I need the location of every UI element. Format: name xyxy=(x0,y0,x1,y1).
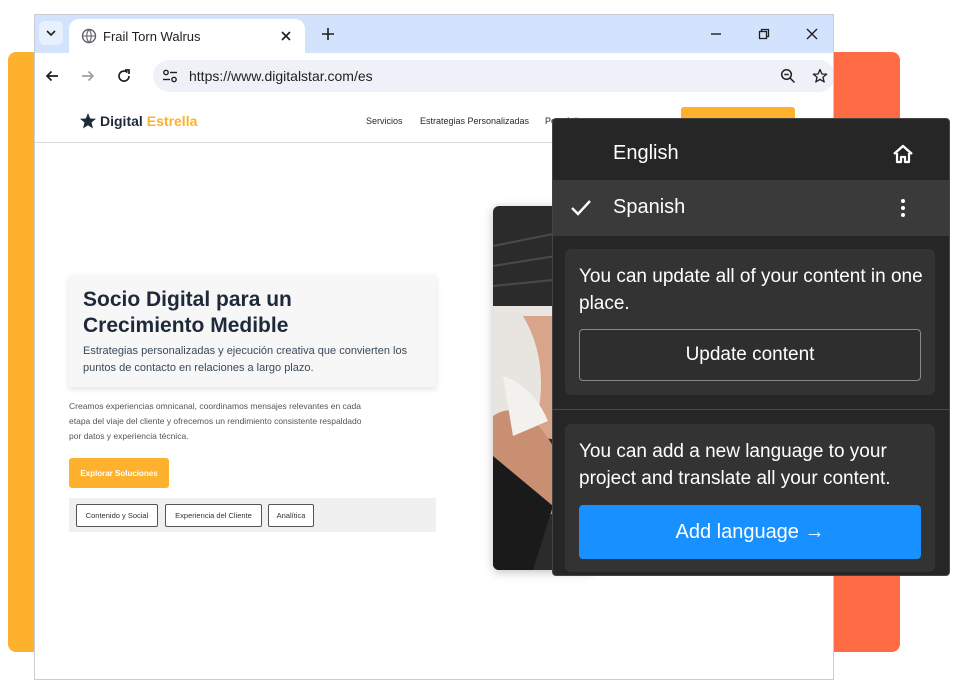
chip-customer-experience[interactable]: Experiencia del Cliente xyxy=(165,504,262,527)
back-button[interactable] xyxy=(41,65,63,87)
chip-content-social[interactable]: Contenido y Social xyxy=(76,504,158,527)
language-option-english[interactable]: English xyxy=(553,126,949,182)
logo-text-primary: Digital xyxy=(100,113,143,129)
close-window-button[interactable] xyxy=(803,25,821,43)
add-language-text: You can add a new language to your proje… xyxy=(579,441,891,489)
browser-toolbar: https://www.digitalstar.com/es xyxy=(35,53,833,99)
reload-button[interactable] xyxy=(113,65,135,87)
hero-body-text: Creamos experiencias omnicanal, coordina… xyxy=(69,401,362,441)
language-label: English xyxy=(613,142,679,164)
tab-close-icon[interactable] xyxy=(277,27,295,45)
new-tab-button[interactable] xyxy=(317,23,339,45)
logo-text-secondary: Estrella xyxy=(146,113,198,129)
update-content-card: You can update all of your content in on… xyxy=(565,249,935,395)
update-content-button[interactable]: Update content xyxy=(579,329,921,381)
minimize-icon xyxy=(711,33,721,35)
zoom-icon[interactable] xyxy=(779,67,797,85)
screenshot-canvas: Frail Torn Walrus https://www.digitalsta… xyxy=(0,0,960,694)
site-logo[interactable]: Digital Estrella xyxy=(79,111,197,131)
star-bookmark-icon[interactable] xyxy=(811,67,829,85)
star-logo-icon xyxy=(80,113,96,129)
address-bar[interactable]: https://www.digitalstar.com/es xyxy=(153,60,833,92)
chevron-down-icon xyxy=(46,30,56,37)
language-label: Spanish xyxy=(613,196,686,218)
browser-tab[interactable]: Frail Torn Walrus xyxy=(69,19,305,53)
plus-icon xyxy=(322,28,334,40)
restore-icon xyxy=(758,28,770,40)
home-icon[interactable] xyxy=(889,140,917,168)
arrow-right-icon xyxy=(82,70,95,82)
language-panel: English Spanish You can update all of yo… xyxy=(552,118,950,576)
nav-link-estrategias[interactable]: Estrategias Personalizadas xyxy=(420,116,529,126)
url-text: https://www.digitalstar.com/es xyxy=(189,68,373,84)
restore-button[interactable] xyxy=(755,25,773,43)
globe-icon xyxy=(81,28,97,44)
forward-button[interactable] xyxy=(77,65,99,87)
checkmark-icon xyxy=(571,200,591,216)
nav-link-servicios[interactable]: Servicios xyxy=(366,116,403,126)
explore-solutions-button[interactable]: Explorar Soluciones xyxy=(69,458,169,488)
add-language-card: You can add a new language to your proje… xyxy=(565,424,935,572)
panel-divider xyxy=(553,409,949,410)
close-icon xyxy=(806,28,818,40)
hero-title: Socio Digital para un Crecimiento Medibl… xyxy=(83,288,292,337)
tab-bar: Frail Torn Walrus xyxy=(35,15,833,53)
tab-search-button[interactable] xyxy=(39,21,63,45)
reload-icon xyxy=(118,69,130,82)
hero-card: Socio Digital para un Crecimiento Medibl… xyxy=(69,275,436,387)
update-content-text: You can update all of your content in on… xyxy=(579,266,923,314)
chip-analytics[interactable]: Analítica xyxy=(268,504,314,527)
hero-subtitle: Estrategias personalizadas y ejecución c… xyxy=(83,345,408,374)
arrow-left-icon xyxy=(45,70,58,82)
language-option-spanish[interactable]: Spanish xyxy=(553,180,949,236)
site-settings-icon[interactable] xyxy=(161,67,179,85)
service-chips: Contenido y Social Experiencia del Clien… xyxy=(69,498,436,532)
more-options-icon[interactable] xyxy=(889,194,917,222)
add-language-button[interactable]: Add language → xyxy=(579,505,921,559)
minimize-button[interactable] xyxy=(707,25,725,43)
tab-title: Frail Torn Walrus xyxy=(103,29,201,44)
